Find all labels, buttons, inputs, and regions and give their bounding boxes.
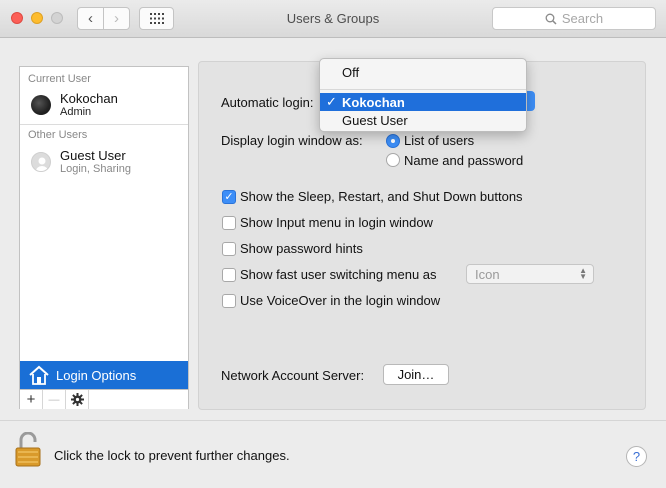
user-row-guest[interactable]: Guest User Login, Sharing xyxy=(20,144,188,184)
user-name: Guest User xyxy=(60,148,126,163)
lock-open-icon xyxy=(15,431,41,467)
avatar xyxy=(31,95,51,115)
minimize-window-button[interactable] xyxy=(31,12,43,24)
back-button[interactable]: ‹ xyxy=(77,7,104,30)
checkbox-label: Show password hints xyxy=(240,241,363,256)
search-icon xyxy=(545,13,557,25)
menu-item-kokochan[interactable]: ✓ Kokochan xyxy=(320,93,526,111)
user-name: Kokochan xyxy=(60,91,118,106)
house-icon xyxy=(29,365,49,385)
menu-item-label: Off xyxy=(342,64,360,80)
sidebar-divider xyxy=(20,124,188,125)
checkbox-fast-user-switching[interactable] xyxy=(222,268,236,282)
plus-icon: + xyxy=(26,391,36,408)
automatic-login-label: Automatic login: xyxy=(221,95,314,110)
grid-icon xyxy=(149,13,164,24)
join-button[interactable]: Join… xyxy=(383,364,449,385)
popup-value: Icon xyxy=(475,266,500,282)
updown-chevron-icon: ▲ ▼ xyxy=(579,266,587,281)
checkbox-label: Use VoiceOver in the login window xyxy=(240,293,441,308)
add-user-button[interactable]: + xyxy=(20,390,43,409)
close-window-button[interactable] xyxy=(11,12,23,24)
radio-list-of-users-label: List of users xyxy=(404,133,475,148)
automatic-login-menu: Off ✓ Kokochan Guest User xyxy=(319,58,527,132)
help-button[interactable]: ? xyxy=(626,446,647,467)
other-users-header: Other Users xyxy=(28,129,88,141)
checkmark-icon: ✓ xyxy=(326,94,337,109)
login-options-label: Login Options xyxy=(56,367,137,383)
search-placeholder: Search xyxy=(561,11,604,26)
action-menu-button[interactable] xyxy=(66,390,89,409)
minus-icon: — xyxy=(48,393,60,406)
checkbox-input-menu[interactable] xyxy=(222,216,236,230)
checkbox-label: Show fast user switching menu as xyxy=(240,267,437,282)
zoom-window-button[interactable] xyxy=(51,12,63,24)
radio-name-and-password-label: Name and password xyxy=(404,153,524,168)
radio-list-of-users[interactable] xyxy=(386,134,400,148)
lock-status-text: Click the lock to prevent further change… xyxy=(54,448,290,463)
guest-avatar-icon xyxy=(31,152,51,172)
menu-item-off[interactable]: Off xyxy=(320,63,526,81)
checkbox-sleep-restart-shutdown[interactable]: ✓ xyxy=(222,190,236,204)
fast-switch-style-popup[interactable]: Icon ▲ ▼ xyxy=(466,264,594,284)
current-user-header: Current User xyxy=(28,73,91,85)
menu-separator xyxy=(320,89,526,90)
menu-item-guest-user[interactable]: Guest User xyxy=(320,111,526,129)
checkbox-voiceover[interactable] xyxy=(222,294,236,308)
menu-item-label: Kokochan xyxy=(342,94,405,110)
search-field[interactable]: Search xyxy=(492,7,656,30)
forward-button[interactable]: › xyxy=(103,7,130,30)
user-role: Admin xyxy=(60,106,92,118)
sidebar-footer: + — xyxy=(20,389,188,409)
show-all-button[interactable] xyxy=(139,7,174,30)
gear-icon xyxy=(70,393,84,406)
lock-button[interactable] xyxy=(14,431,44,471)
window-toolbar: ‹ › Users & Groups Search xyxy=(0,0,666,38)
bottom-separator xyxy=(0,420,666,421)
radio-name-and-password[interactable] xyxy=(386,153,400,167)
network-account-server-label: Network Account Server: xyxy=(221,368,365,383)
user-role: Login, Sharing xyxy=(60,163,131,175)
checkbox-label: Show the Sleep, Restart, and Shut Down b… xyxy=(240,189,523,204)
sidebar-item-login-options[interactable]: Login Options xyxy=(20,361,188,389)
menu-item-label: Guest User xyxy=(342,112,408,128)
question-mark-icon: ? xyxy=(632,449,641,464)
remove-user-button[interactable]: — xyxy=(43,390,66,409)
users-sidebar: Current User Kokochan Admin Other Users … xyxy=(19,66,189,409)
display-login-label: Display login window as: xyxy=(221,133,363,148)
checkbox-label: Show Input menu in login window xyxy=(240,215,433,230)
checkbox-password-hints[interactable] xyxy=(222,242,236,256)
user-row-current[interactable]: Kokochan Admin xyxy=(20,87,188,127)
chevron-left-icon: ‹ xyxy=(88,10,93,27)
chevron-right-icon: › xyxy=(114,10,119,27)
